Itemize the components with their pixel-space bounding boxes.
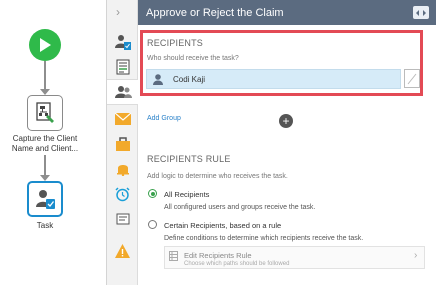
user-icon <box>153 73 163 85</box>
recipient-edit-button[interactable] <box>404 69 420 88</box>
workflow-canvas: Capture the Client Name and Client... Ta… <box>0 0 107 285</box>
recipients-panel: RECIPIENTS Who should receive the task? … <box>138 25 436 285</box>
all-recipients-label: All Recipients <box>164 190 210 199</box>
expand-panel-button[interactable] <box>413 6 429 19</box>
expand-arrows-icon <box>416 9 426 16</box>
bell-icon <box>116 165 129 176</box>
briefcase-icon <box>115 137 130 151</box>
tab-email[interactable] <box>107 106 138 132</box>
mail-icon <box>114 113 131 125</box>
chevron-right-icon: › <box>414 250 418 261</box>
property-tabs: › <box>107 0 139 285</box>
notes-icon <box>116 213 129 225</box>
tab-actions[interactable] <box>107 131 138 157</box>
add-group-link[interactable]: Add Group <box>147 115 181 122</box>
tab-user-check[interactable] <box>107 29 138 55</box>
tab-form[interactable] <box>107 54 138 80</box>
play-icon <box>40 38 51 52</box>
tab-notifications[interactable] <box>107 156 138 182</box>
rule-table-icon <box>169 251 178 261</box>
all-recipients-desc: All configured users and groups receive … <box>164 204 316 211</box>
connector-line <box>44 61 46 89</box>
capture-client-label: Capture the Client Name and Client... <box>11 134 79 153</box>
panel-title: Approve or Reject the Claim <box>146 6 284 19</box>
certain-recipients-label: Certain Recipients, based on a rule <box>164 221 282 230</box>
task-label: Task <box>36 221 54 230</box>
capture-client-node[interactable] <box>27 95 63 131</box>
edit-rule-subtitle: Choose which paths should be followed <box>184 261 290 267</box>
rule-description: Add logic to determine who receives the … <box>147 173 288 180</box>
warning-icon <box>115 244 130 258</box>
alarm-clock-icon <box>115 186 130 201</box>
recipients-heading: RECIPIENTS <box>147 38 204 48</box>
tab-escalations[interactable] <box>107 181 138 207</box>
form-icon <box>116 59 129 75</box>
edit-icon <box>407 73 417 85</box>
plus-icon: + <box>282 114 290 128</box>
tab-warnings[interactable] <box>107 238 138 264</box>
rule-heading: RECIPIENTS RULE <box>147 154 231 164</box>
user-check-icon <box>114 35 131 50</box>
recipient-entry[interactable]: Codi Kaji <box>146 69 401 89</box>
certain-recipients-desc: Define conditions to determine which rec… <box>164 235 364 242</box>
workflow-designer: Capture the Client Name and Client... Ta… <box>0 0 436 285</box>
users-icon <box>114 86 132 98</box>
recipient-name: Codi Kaji <box>173 74 206 84</box>
connector-line <box>44 155 46 176</box>
certain-recipients-radio[interactable] <box>148 220 157 229</box>
edit-rule-title: Edit Recipients Rule <box>184 251 252 260</box>
panel-header: Approve or Reject the Claim <box>138 0 436 25</box>
form-flow-icon <box>36 102 54 123</box>
recipients-question: Who should receive the task? <box>147 55 239 62</box>
user-task-icon <box>36 190 55 209</box>
collapse-chevron-icon[interactable]: › <box>116 5 120 19</box>
tab-recipients[interactable] <box>107 79 139 105</box>
start-node[interactable] <box>29 29 61 61</box>
tab-notes[interactable] <box>107 206 138 232</box>
add-recipient-button[interactable]: + <box>279 114 293 128</box>
task-node[interactable] <box>27 181 63 217</box>
all-recipients-radio[interactable] <box>148 189 157 198</box>
